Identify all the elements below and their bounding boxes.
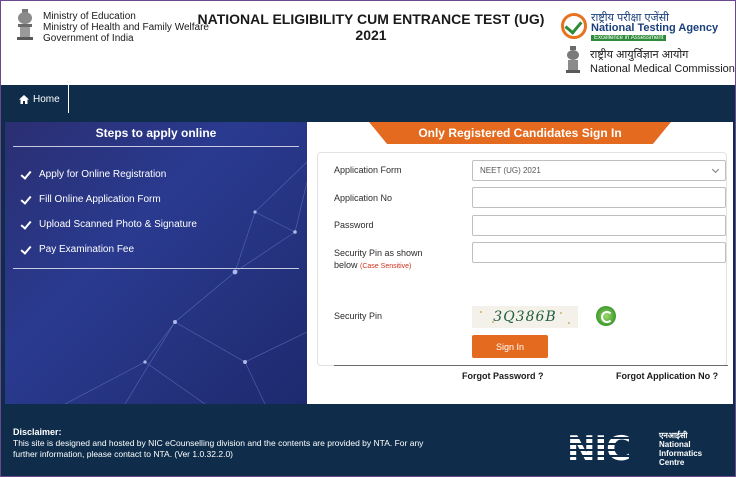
password-label: Password <box>334 220 374 230</box>
disclaimer-line-2: further information, please contact to N… <box>13 449 234 459</box>
step-item: Apply for Online Registration <box>21 162 197 187</box>
check-icon <box>21 195 31 205</box>
nic-hindi-name: एनआईसी <box>659 431 688 440</box>
sign-in-button[interactable]: Sign In <box>472 335 548 358</box>
steps-title-divider <box>13 146 299 147</box>
sign-in-tab-title: Only Registered Candidates Sign In <box>369 122 671 144</box>
step-item: Upload Scanned Photo & Signature <box>21 212 197 237</box>
nta-tagline: Excellence in Assessment <box>591 35 667 41</box>
check-icon <box>21 245 31 255</box>
sign-in-panel: Only Registered Candidates Sign In Appli… <box>307 122 733 404</box>
form-divider <box>334 365 728 366</box>
step-label: Fill Online Application Form <box>39 194 161 205</box>
nic-logo-text: एनआईसी National Informatics Centre <box>659 431 702 467</box>
security-pin-shown-label: Security Pin as shown below (Case Sensit… <box>334 247 423 273</box>
nic-name-line-3: Centre <box>659 458 685 467</box>
captcha-text: 3Q386B <box>493 309 557 325</box>
security-pin-input[interactable] <box>472 242 726 263</box>
ministry-block: Ministry of Education Ministry of Health… <box>43 11 209 44</box>
nic-name-line-2: Informatics <box>659 449 703 458</box>
nav-home-link[interactable]: Home <box>11 85 69 113</box>
security-pin-shown-label-line-2: below (Case Sensitive) <box>334 259 423 273</box>
nmc-name: National Medical Commission <box>590 63 735 75</box>
government-emblem-icon <box>17 9 33 40</box>
forgot-password-link[interactable]: Forgot Password ? <box>462 371 544 381</box>
nta-logo-icon <box>561 13 587 39</box>
application-no-label: Application No <box>334 193 393 203</box>
nmc-hindi-name: राष्ट्रीय आयुर्विज्ञान आयोग <box>590 49 689 61</box>
steps-list: Apply for Online Registration Fill Onlin… <box>21 162 197 262</box>
steps-bottom-divider <box>13 268 299 269</box>
steps-title: Steps to apply online <box>95 126 217 140</box>
case-sensitive-note: (Case Sensitive) <box>360 263 412 270</box>
step-label: Apply for Online Registration <box>39 169 167 180</box>
application-form-label: Application Form <box>334 165 402 175</box>
top-nav: Home <box>1 85 735 113</box>
security-pin-shown-label-below: below <box>334 260 358 270</box>
check-icon <box>21 170 31 180</box>
ministry-line-1: Ministry of Education <box>43 11 136 22</box>
captcha-speck <box>560 312 562 314</box>
nic-logo-mark: NIC <box>567 429 631 469</box>
forgot-application-no-link[interactable]: Forgot Application No ? <box>616 371 718 381</box>
check-icon <box>21 220 31 230</box>
page-title: NATIONAL ELIGIBILITY CUM ENTRANCE TEST (… <box>191 11 551 43</box>
password-input[interactable] <box>472 215 726 236</box>
step-label: Pay Examination Fee <box>39 244 135 255</box>
captcha-speck <box>492 321 494 323</box>
step-item: Fill Online Application Form <box>21 187 197 212</box>
refresh-icon[interactable] <box>596 306 616 326</box>
page-title-line-2: 2021 <box>355 27 387 43</box>
sign-in-form: Application Form NEET (UG) 2021 Applicat… <box>317 152 728 381</box>
step-item: Pay Examination Fee <box>21 237 197 262</box>
disclaimer-line-1: This site is designed and hosted by NIC … <box>13 438 424 448</box>
site-footer: Disclaimer: This site is designed and ho… <box>1 413 735 476</box>
captcha-image: 3Q386B <box>472 306 578 328</box>
security-pin-shown-label-line-1: Security Pin as shown <box>334 248 423 258</box>
chevron-down-icon <box>711 165 720 173</box>
disclaimer-title: Disclaimer: <box>13 427 62 437</box>
nmc-emblem-icon <box>566 46 580 73</box>
site-header: Ministry of Education Ministry of Health… <box>1 1 735 85</box>
application-form-selected-value: NEET (UG) 2021 <box>480 166 541 175</box>
nta-name: National Testing Agency <box>591 22 719 34</box>
ministry-line-3: Government of India <box>43 33 134 44</box>
home-icon <box>19 94 29 104</box>
application-no-input[interactable] <box>472 187 726 208</box>
step-label: Upload Scanned Photo & Signature <box>39 219 197 230</box>
page-title-line-1: NATIONAL ELIGIBILITY CUM ENTRANCE TEST (… <box>197 11 545 27</box>
disclaimer-text: This site is designed and hosted by NIC … <box>13 438 463 460</box>
ministry-line-2: Ministry of Health and Family Welfare <box>43 22 209 33</box>
captcha-speck <box>568 322 570 324</box>
nic-name-line-1: National <box>659 440 691 449</box>
steps-panel: Steps to apply online Apply for Online R… <box>5 122 307 404</box>
application-form-select[interactable]: NEET (UG) 2021 <box>472 160 726 181</box>
captcha-speck <box>480 311 482 313</box>
nav-home-label: Home <box>33 93 60 105</box>
security-pin-label: Security Pin <box>334 311 383 321</box>
page-frame: Ministry of Education Ministry of Health… <box>0 0 736 477</box>
